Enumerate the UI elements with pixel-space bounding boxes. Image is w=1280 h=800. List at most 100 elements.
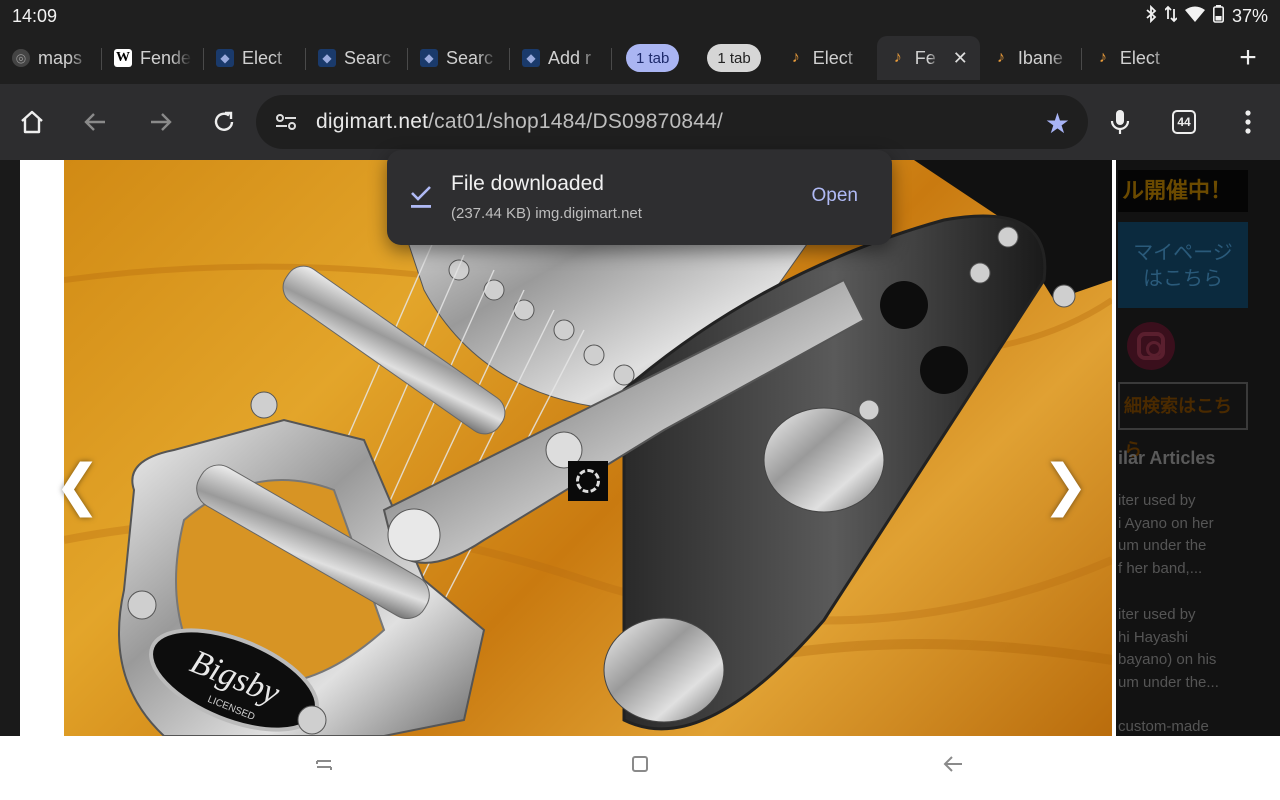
- new-tab-button[interactable]: +: [1216, 34, 1280, 82]
- status-time: 14:09: [12, 5, 58, 26]
- status-bar: 14:09 37%: [0, 0, 1280, 32]
- recents-icon: [316, 760, 332, 770]
- plus-icon: +: [1239, 41, 1257, 74]
- tab-title: Elect: [1119, 47, 1160, 68]
- reload-icon: [214, 111, 234, 131]
- previous-image-button[interactable]: ❮: [54, 452, 101, 518]
- article-line: um under the...: [1118, 673, 1219, 691]
- url-text[interactable]: digimart.net/cat01/shop1484/DS09870844/: [316, 110, 723, 134]
- wikipedia-icon: W: [114, 49, 132, 67]
- tab-active[interactable]: ♪ Fe ✕: [876, 36, 980, 80]
- back-button[interactable]: [64, 90, 128, 154]
- reload-button[interactable]: [192, 90, 256, 154]
- tab-electric-2[interactable]: ♪ Elect: [1082, 36, 1184, 80]
- article-link-2[interactable]: iter used by hi Hayashi bayano) on his u…: [1118, 604, 1238, 694]
- system-navigation-bar: [0, 736, 1280, 800]
- guitar-icon: ♪: [893, 49, 902, 66]
- bluetooth-icon: [1145, 4, 1157, 28]
- mypage-link[interactable]: マイページ はこちら: [1118, 222, 1248, 308]
- tab-title: Elect: [812, 47, 853, 68]
- tab-ibanez[interactable]: ♪ Ibane: [980, 36, 1082, 80]
- wifi-icon: [1184, 6, 1205, 27]
- tab-digimart-2[interactable]: ◆ Searc: [306, 36, 408, 80]
- digimart-icon: ◆: [420, 49, 438, 67]
- download-detail: (237.44 KB) img.digimart.net: [451, 205, 642, 222]
- product-photo[interactable]: Bigsby LICENSED: [64, 160, 1112, 736]
- download-title: File downloaded: [451, 172, 604, 195]
- guitar-illustration: Bigsby LICENSED: [64, 160, 1112, 736]
- tab-switcher-button[interactable]: 44: [1152, 90, 1216, 154]
- tab-wikipedia[interactable]: W Fende: [102, 36, 204, 80]
- battery-icon: [1212, 4, 1224, 28]
- article-line: um under the: [1118, 537, 1207, 554]
- tab-title: Elect: [242, 47, 283, 68]
- close-tab-icon[interactable]: ✕: [953, 48, 968, 69]
- open-download-button[interactable]: Open: [812, 185, 858, 207]
- article-link-3[interactable]: custom-made: [1118, 716, 1238, 736]
- tab-group-blue[interactable]: 1 tab: [626, 44, 680, 72]
- article-line: i Ayano on her: [1118, 514, 1214, 532]
- tab-digimart-3[interactable]: ◆ Searc: [408, 36, 510, 80]
- sale-banner-text: ル開催中！: [1122, 178, 1233, 203]
- forward-arrow-icon: [151, 113, 172, 131]
- tab-digimart-4[interactable]: ◆ Add r: [510, 36, 612, 80]
- tab-title: Searc: [344, 47, 392, 68]
- url-path: /cat01/shop1484/DS09870844/: [428, 110, 724, 133]
- tab-title: Fende: [140, 47, 192, 68]
- battery-percent: 37%: [1231, 5, 1268, 26]
- article-line: custom-made: [1118, 718, 1209, 735]
- tab-maps[interactable]: ◎ maps: [0, 36, 102, 80]
- tab-title: Ibane: [1017, 47, 1063, 68]
- download-snackbar: File downloaded (237.44 KB) img.digimart…: [387, 150, 892, 245]
- home-icon: [21, 110, 43, 134]
- tab-title: Fe: [914, 47, 936, 68]
- article-line: f her band,...: [1118, 559, 1203, 577]
- tab-digimart-1[interactable]: ◆ Elect: [204, 36, 306, 80]
- microphone-icon: [1110, 110, 1130, 134]
- recent-apps-button[interactable]: [314, 754, 334, 780]
- maps-icon: ◎: [12, 49, 30, 67]
- tab-count-icon: 44: [1172, 110, 1196, 134]
- guitar-icon: ♪: [1098, 49, 1107, 66]
- tab-group-gray[interactable]: 1 tab: [707, 44, 761, 72]
- article-line: bayano) on his: [1118, 651, 1217, 668]
- article-line: hi Hayashi: [1118, 628, 1189, 646]
- article-line: iter used by: [1118, 606, 1196, 623]
- digimart-icon: ◆: [216, 49, 234, 67]
- home-button[interactable]: [0, 90, 64, 154]
- tab-strip: ◎ maps W Fende ◆ Elect ◆ Searc ◆ Searc ◆…: [0, 34, 1280, 82]
- tab-electric-guitar[interactable]: ♪ Elect: [775, 36, 877, 80]
- mypage-line2: はこちら: [1143, 268, 1223, 290]
- square-home-icon: [632, 756, 648, 772]
- back-chevron-icon: [943, 756, 962, 772]
- tab-title: Add r: [548, 47, 592, 68]
- instagram-icon[interactable]: [1127, 322, 1175, 370]
- article-line: iter used by: [1118, 492, 1196, 509]
- popular-articles-title: ilar Articles: [1118, 448, 1216, 468]
- digimart-icon: ◆: [522, 49, 540, 67]
- voice-search-button[interactable]: [1088, 90, 1152, 154]
- address-bar[interactable]: digimart.net/cat01/shop1484/DS09870844/ …: [256, 95, 1088, 149]
- article-link-1[interactable]: iter used by i Ayano on her um under the…: [1118, 490, 1238, 580]
- digimart-icon: ◆: [318, 49, 336, 67]
- sale-banner[interactable]: ル開催中！: [1118, 170, 1248, 212]
- detailed-search-link[interactable]: 細検索はこちら: [1118, 382, 1248, 460]
- site-settings-icon[interactable]: [256, 112, 316, 132]
- status-icons: 37%: [1145, 4, 1268, 28]
- bookmark-star-icon[interactable]: ★: [1045, 107, 1070, 140]
- product-image-viewer: Bigsby LICENSED ❮ ❯: [20, 160, 1116, 736]
- next-image-button[interactable]: ❯: [1042, 452, 1089, 518]
- mypage-line1: マイページ: [1133, 242, 1233, 264]
- download-done-icon: [411, 186, 431, 208]
- back-nav-button[interactable]: [942, 754, 964, 780]
- guitar-icon: ♪: [996, 49, 1005, 66]
- more-vert-icon: [1245, 110, 1251, 134]
- forward-button[interactable]: [128, 90, 192, 154]
- menu-button[interactable]: [1216, 90, 1280, 154]
- loading-spinner-icon: [568, 461, 608, 501]
- home-nav-button[interactable]: [630, 754, 650, 780]
- url-domain: digimart.net: [316, 110, 429, 133]
- guitar-icon: ♪: [791, 49, 800, 66]
- tab-title: maps: [38, 47, 83, 68]
- data-arrows-icon: [1164, 5, 1178, 28]
